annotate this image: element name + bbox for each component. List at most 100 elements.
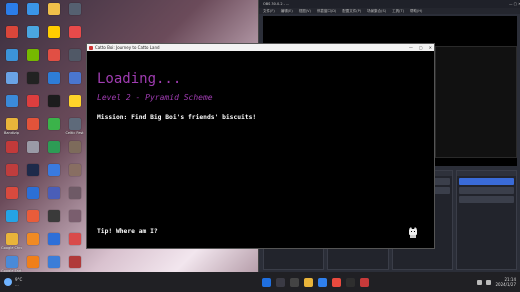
game-taskbar-icon[interactable] [360,277,370,287]
menu-item[interactable]: 场景集合(S) [367,8,386,14]
edge-icon[interactable] [318,277,328,287]
desktop-icon[interactable] [1,2,22,25]
desktop-icon[interactable] [22,117,43,140]
desktop-icon[interactable]: Celtic Fest [64,117,85,140]
window-controls[interactable]: — ▢ ✕ [509,0,520,8]
desktop-icon[interactable] [43,232,64,255]
app-icon [47,3,60,15]
desktop-icon[interactable] [64,25,85,48]
desktop-icon[interactable] [1,71,22,94]
game-titlebar[interactable]: Catto Boi: Journey to Catto Land — ▢ ✕ [87,44,434,51]
desktop-icon[interactable] [1,163,22,186]
desktop-icon[interactable] [64,232,85,255]
app-icon [5,3,18,15]
desktop-icon[interactable] [1,186,22,209]
desktop-icon[interactable] [22,71,43,94]
desktop-icon[interactable] [64,2,85,25]
app-icon [47,26,60,38]
background-window-titlebar[interactable]: OBS 30.0.2 - ... — ▢ ✕ [259,0,520,8]
app-icon [26,49,39,61]
menu-item[interactable]: 帮助(H) [410,8,422,14]
desktop-icon[interactable] [43,94,64,117]
desktop-icon[interactable] [43,48,64,71]
desktop-icon[interactable] [22,186,43,209]
volume-icon[interactable] [486,279,492,285]
clock[interactable]: 21:14 2024/1/27 [495,277,516,287]
desktop-icon[interactable] [43,163,64,186]
system-tray[interactable]: 21:14 2024/1/27 [477,277,520,287]
desktop-icon[interactable] [22,48,43,71]
app-icon [5,95,18,107]
menu-item[interactable]: 文件(F) [263,8,275,14]
desktop-icon[interactable] [64,48,85,71]
desktop-icon[interactable] [22,2,43,25]
desktop-icon[interactable] [64,94,85,117]
menu-item[interactable]: 停靠窗口(D) [317,8,336,14]
network-icon[interactable] [477,279,483,285]
close-icon[interactable]: ✕ [429,45,432,50]
menu-item[interactable]: 编辑(E) [281,8,293,14]
game-window[interactable]: Catto Boi: Journey to Catto Land — ▢ ✕ L… [86,43,435,249]
desktop-icon[interactable] [64,163,85,186]
desktop-icon[interactable] [22,94,43,117]
control-button[interactable] [458,196,514,203]
app-icon [68,118,81,130]
desktop-icon-label: Google Chrome [1,246,22,250]
search-icon[interactable] [276,277,286,287]
mission-text: Mission: Find Big Boi's friends' biscuit… [97,114,257,121]
cat-sprite-icon [409,227,417,238]
app-icon [68,72,81,84]
desktop-icon[interactable] [1,140,22,163]
desktop-icon[interactable]: Bandizip [1,117,22,140]
desktop-icon[interactable] [43,186,64,209]
game-canvas[interactable]: Loading... Level 2 - Pyramid Scheme Miss… [87,51,434,248]
background-window-title: OBS 30.0.2 - ... [263,2,290,6]
desktop-icon[interactable] [43,25,64,48]
desktop-icon[interactable] [64,186,85,209]
desktop-icon[interactable] [22,232,43,255]
app-icon [5,141,18,153]
app-icon [26,95,39,107]
minimize-icon[interactable]: — [409,45,413,50]
loading-text: Loading... [97,71,182,87]
desktop-icon[interactable] [43,71,64,94]
maximize-icon[interactable]: ▢ [419,45,423,50]
preview-strip [435,46,517,158]
obs-icon[interactable] [346,277,356,287]
control-button[interactable] [458,187,514,194]
clock-date: 2024/1/27 [495,282,516,287]
app-icon [68,256,81,268]
desktop-icon[interactable] [43,2,64,25]
desktop-icon[interactable] [22,25,43,48]
desktop-icon[interactable] [22,209,43,232]
start-button[interactable] [458,178,514,185]
desktop-icon[interactable] [64,71,85,94]
desktop-icon[interactable] [22,163,43,186]
desktop-icon[interactable] [43,209,64,232]
desktop-icon[interactable] [64,140,85,163]
desktop-icon[interactable] [22,140,43,163]
menu-item[interactable]: 配置文件(P) [342,8,361,14]
desktop-icon[interactable] [43,117,64,140]
file-explorer-icon[interactable] [304,277,314,287]
app-icon [68,26,81,38]
desktop-icon[interactable] [1,25,22,48]
app-icon [5,49,18,61]
menu-item[interactable]: 视图(V) [299,8,311,14]
desktop-icon[interactable] [1,48,22,71]
start-icon[interactable] [262,277,272,287]
dock-controls[interactable] [455,170,517,270]
app-icon [47,141,60,153]
chrome-icon[interactable] [332,277,342,287]
desktop-icon[interactable] [1,94,22,117]
menu-item[interactable]: 工具(T) [392,8,404,14]
weather-sub: ... [15,282,19,287]
desktop-icon[interactable] [43,140,64,163]
task-view-icon[interactable] [290,277,300,287]
app-icon [68,210,81,222]
desktop-icon[interactable] [64,209,85,232]
desktop-icon[interactable] [1,209,22,232]
desktop-icon[interactable]: Google Chrome [1,232,22,255]
weather-widget[interactable]: 9°C ... [0,277,154,287]
game-window-controls[interactable]: — ▢ ✕ [409,45,432,50]
